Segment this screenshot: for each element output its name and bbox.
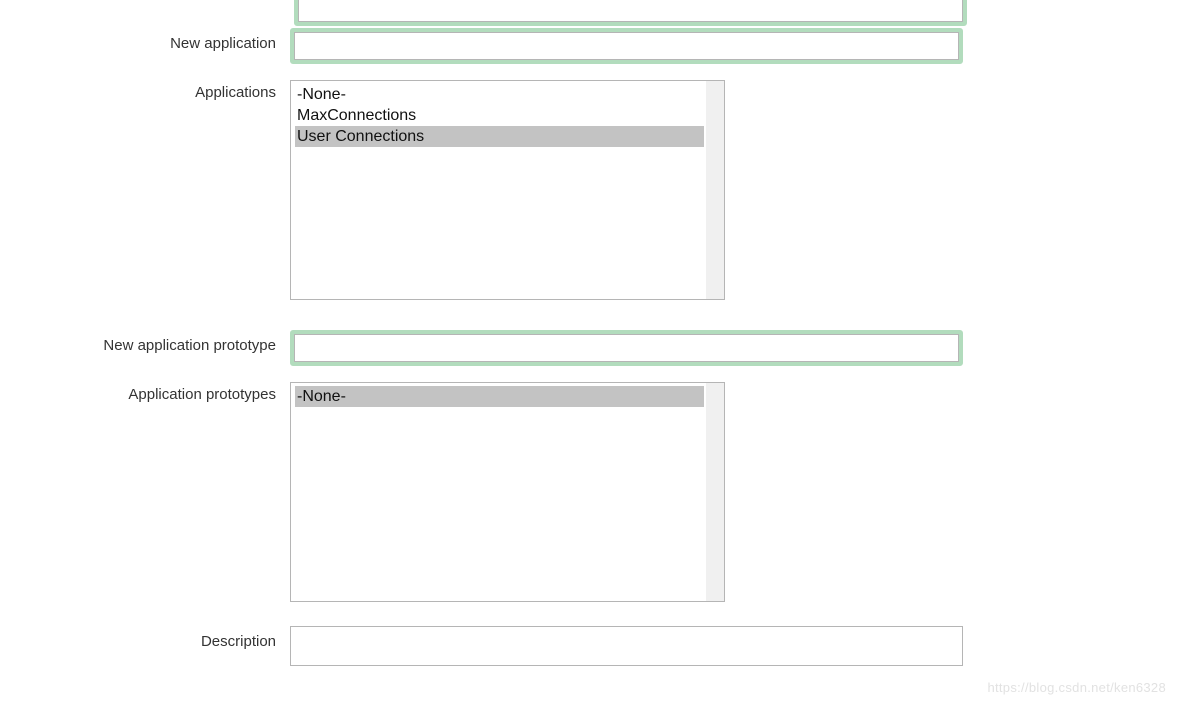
- applications-listbox-inner: -None- MaxConnections User Connections: [295, 84, 704, 296]
- applications-option-maxconnections[interactable]: MaxConnections: [295, 105, 704, 126]
- application-prototypes-option-none[interactable]: -None-: [295, 386, 704, 407]
- new-application-highlight: [290, 28, 963, 64]
- row-description: Description: [0, 626, 1180, 666]
- prev-field-wrap: [294, 0, 967, 26]
- new-application-input[interactable]: [294, 32, 959, 60]
- new-application-prototype-input[interactable]: [294, 334, 959, 362]
- prev-field-input[interactable]: [298, 0, 963, 22]
- application-prototypes-listbox-inner: -None-: [295, 386, 704, 598]
- applications-option-user-connections[interactable]: User Connections: [295, 126, 704, 147]
- label-new-application: New application: [0, 28, 290, 52]
- applications-scrollbar[interactable]: [706, 81, 724, 299]
- description-textarea[interactable]: [290, 626, 963, 666]
- row-new-application-prototype: New application prototype: [0, 330, 1180, 366]
- label-new-application-prototype: New application prototype: [0, 330, 290, 354]
- label-applications: Applications: [0, 80, 290, 101]
- row-application-prototypes: Application prototypes -None-: [0, 382, 1180, 602]
- row-applications: Applications -None- MaxConnections User …: [0, 80, 1180, 300]
- label-description: Description: [0, 626, 290, 650]
- row-new-application: New application: [0, 28, 1180, 64]
- application-prototypes-scrollbar[interactable]: [706, 383, 724, 601]
- label-application-prototypes: Application prototypes: [0, 382, 290, 403]
- watermark-text: https://blog.csdn.net/ken6328: [987, 680, 1166, 695]
- application-prototypes-listbox[interactable]: -None-: [290, 382, 725, 602]
- new-application-prototype-highlight: [290, 330, 963, 366]
- applications-listbox[interactable]: -None- MaxConnections User Connections: [290, 80, 725, 300]
- applications-option-none[interactable]: -None-: [295, 84, 704, 105]
